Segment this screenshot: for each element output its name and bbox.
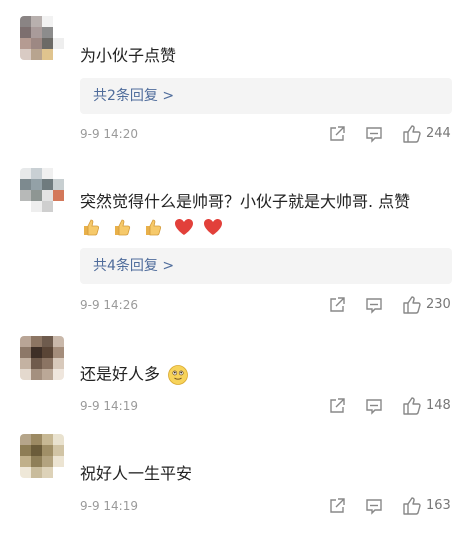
like-button[interactable]: 244 bbox=[402, 124, 451, 144]
timestamp: 9-9 14:19 bbox=[80, 499, 138, 513]
like-count: 163 bbox=[426, 498, 451, 513]
comment-text: 还是好人多 bbox=[80, 364, 189, 386]
comment-text: 祝好人一生平安 bbox=[80, 464, 193, 483]
like-count: 244 bbox=[426, 126, 451, 141]
comment-meta: 9-9 14:26 230 bbox=[80, 295, 454, 315]
avatar[interactable] bbox=[20, 434, 64, 478]
like-button[interactable]: 148 bbox=[402, 396, 451, 416]
comment-meta: 9-9 14:19 148 bbox=[80, 396, 454, 416]
like-count: 230 bbox=[426, 297, 451, 312]
comment-icon bbox=[366, 399, 382, 415]
comment-meta: 9-9 14:20 244 bbox=[80, 124, 454, 144]
comment-icon bbox=[366, 298, 382, 314]
reply-count-link[interactable]: 共2条回复 > bbox=[80, 78, 452, 114]
comment-meta: 9-9 14:19 163 bbox=[80, 496, 454, 516]
comment-text-content: 还是好人多 bbox=[80, 364, 161, 384]
share-button[interactable] bbox=[328, 295, 346, 315]
share-icon bbox=[330, 297, 345, 312]
comment-text: 突然觉得什么是帅哥？小伙子就是大帅哥. 点赞 bbox=[80, 192, 411, 211]
comment-text: 为小伙子点赞 bbox=[80, 46, 177, 65]
timestamp: 9-9 14:20 bbox=[80, 127, 138, 141]
thumbs-up-icon bbox=[403, 397, 421, 415]
share-icon bbox=[330, 498, 345, 513]
thumbs-up-icon bbox=[403, 497, 421, 515]
timestamp: 9-9 14:26 bbox=[80, 298, 138, 312]
thumbs-up-icon bbox=[403, 125, 421, 143]
thumbs-up-icon bbox=[403, 296, 421, 314]
avatar[interactable] bbox=[20, 336, 64, 380]
share-button[interactable] bbox=[328, 124, 346, 144]
avatar[interactable] bbox=[20, 168, 64, 212]
like-button[interactable]: 230 bbox=[402, 295, 451, 315]
comment-button[interactable] bbox=[365, 124, 383, 144]
thumbs-up-emoji-icon bbox=[115, 219, 131, 236]
emoji-row bbox=[80, 216, 224, 240]
comment-icon bbox=[366, 499, 382, 515]
heart-emoji-icon bbox=[204, 219, 223, 235]
like-count: 148 bbox=[426, 398, 451, 413]
share-icon bbox=[330, 398, 345, 413]
thumbs-up-emoji-icon bbox=[84, 219, 100, 236]
avatar[interactable] bbox=[20, 16, 64, 60]
smiley-emoji-icon bbox=[168, 365, 189, 385]
share-button[interactable] bbox=[328, 396, 346, 416]
like-button[interactable]: 163 bbox=[402, 496, 451, 516]
reply-count-link[interactable]: 共4条回复 > bbox=[80, 248, 452, 284]
timestamp: 9-9 14:19 bbox=[80, 399, 138, 413]
comment-button[interactable] bbox=[365, 295, 383, 315]
heart-emoji-icon bbox=[175, 219, 194, 235]
comment-button[interactable] bbox=[365, 496, 383, 516]
thumbs-up-emoji-icon bbox=[146, 219, 162, 236]
share-button[interactable] bbox=[328, 496, 346, 516]
comment-icon bbox=[366, 127, 382, 143]
comment-button[interactable] bbox=[365, 396, 383, 416]
share-icon bbox=[330, 126, 345, 141]
